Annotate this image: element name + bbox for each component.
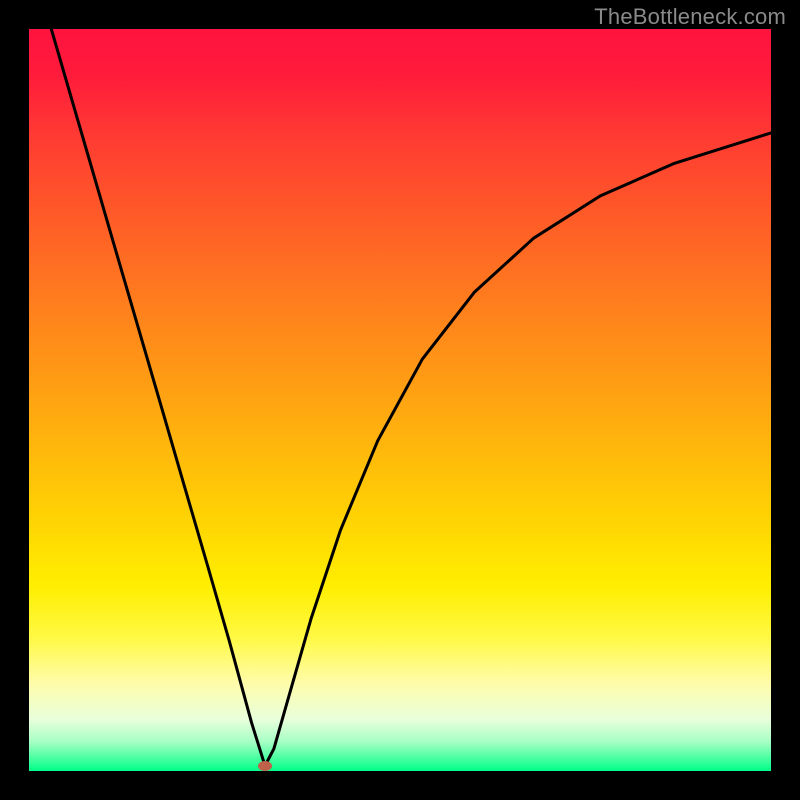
plot-area bbox=[29, 29, 771, 771]
curve-layer bbox=[29, 29, 771, 771]
chart-frame: TheBottleneck.com bbox=[0, 0, 800, 800]
minimum-marker bbox=[258, 761, 272, 771]
watermark-text: TheBottleneck.com bbox=[594, 4, 786, 30]
bottleneck-curve bbox=[51, 29, 771, 766]
